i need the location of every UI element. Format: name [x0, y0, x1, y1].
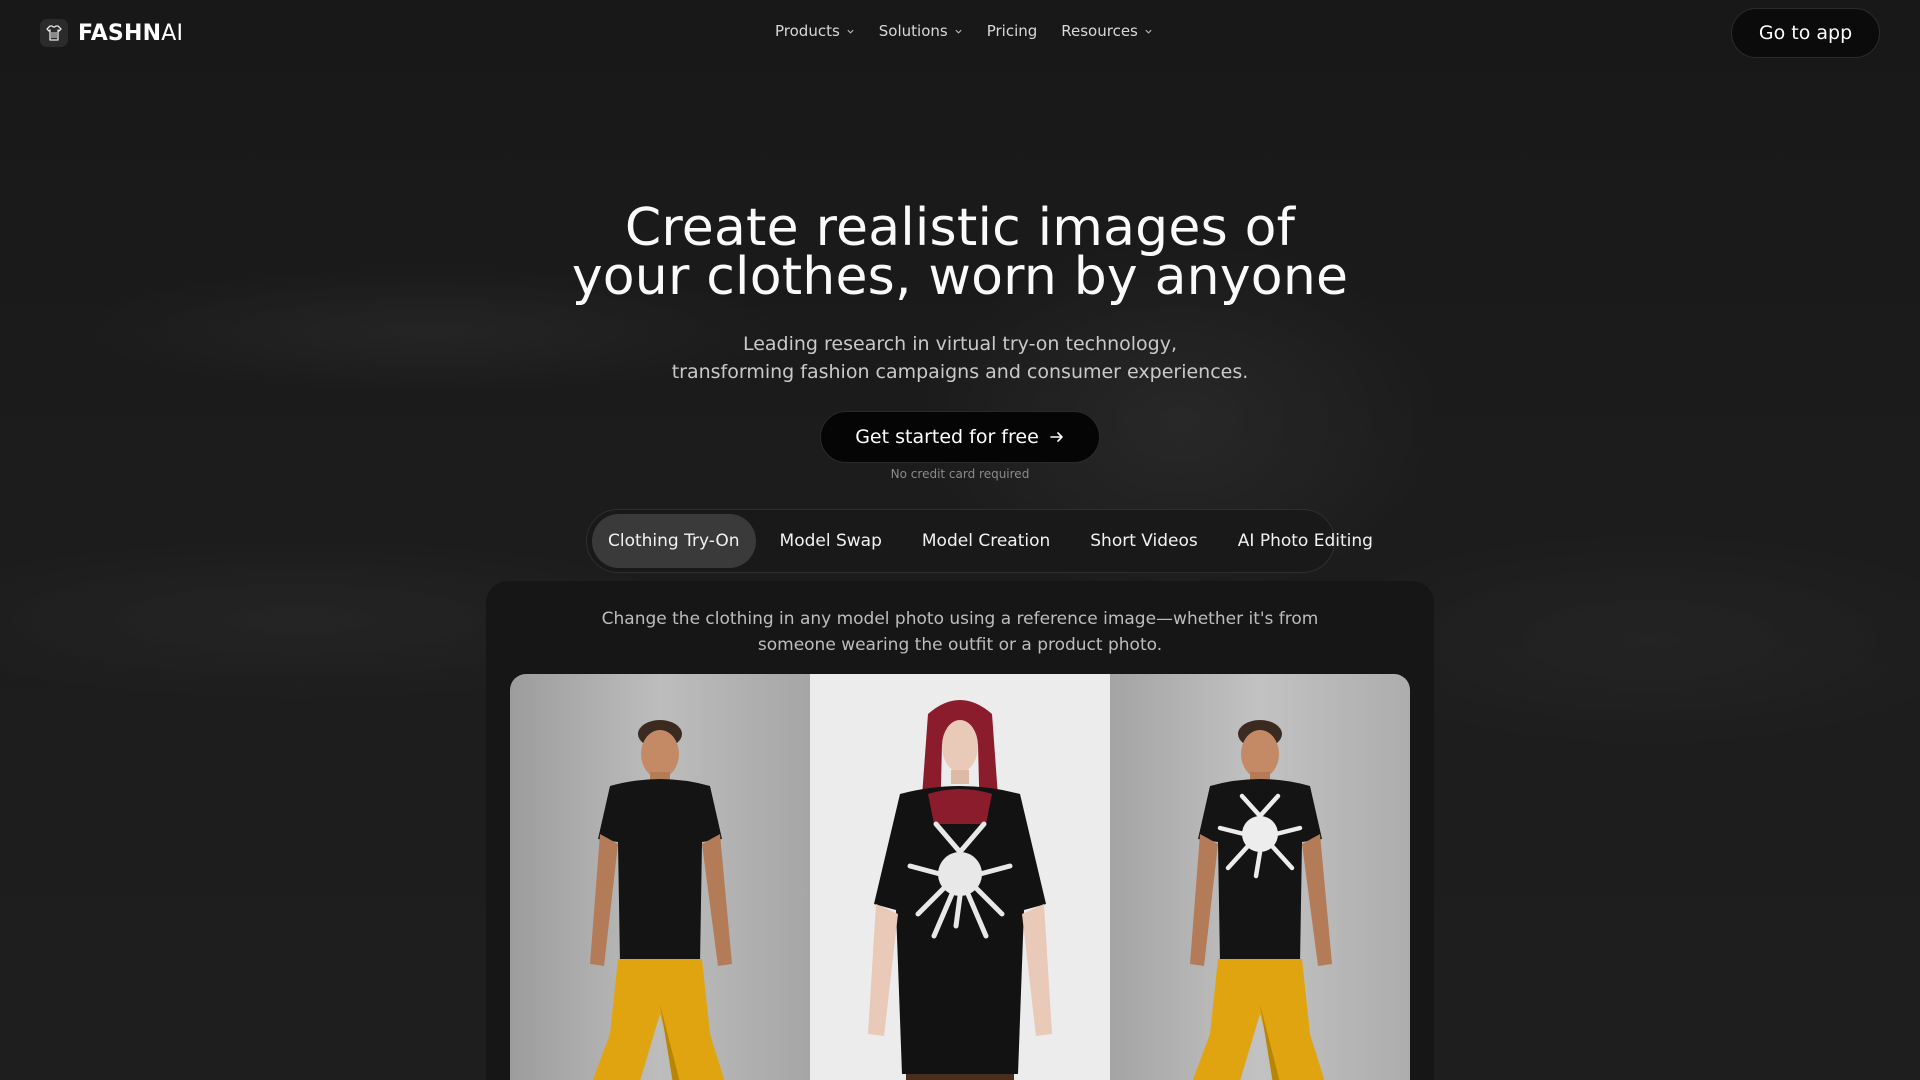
hero-subtitle-line-1: Leading research in virtual try-on techn…: [742, 333, 1178, 355]
nav-products[interactable]: Products: [775, 22, 855, 40]
nav-pricing[interactable]: Pricing: [987, 22, 1038, 40]
tab-short-videos[interactable]: Short Videos: [1074, 514, 1214, 568]
hero-title-line-2: your clothes, worn by anyone: [571, 247, 1349, 307]
try-on-example-images: [510, 674, 1410, 1080]
brand-logo[interactable]: FASHNAI: [40, 18, 183, 48]
nav-resources[interactable]: Resources: [1061, 22, 1153, 40]
brand-name: FASHNAI: [78, 21, 183, 46]
main-nav: Products Solutions Pricing Resources: [775, 22, 1153, 40]
reference-garment-photo: [810, 674, 1110, 1080]
brand-name-bold: FASHN: [78, 20, 162, 46]
tab-clothing-try-on[interactable]: Clothing Try-On: [592, 514, 756, 568]
chevron-down-icon: [847, 29, 854, 34]
nav-resources-label: Resources: [1061, 22, 1138, 40]
tab-model-creation[interactable]: Model Creation: [906, 514, 1066, 568]
get-started-label: Get started for free: [855, 426, 1039, 448]
hero-subtitle: Leading research in virtual try-on techn…: [560, 330, 1360, 386]
tshirt-icon: [40, 19, 68, 47]
chevron-down-icon: [1145, 29, 1152, 34]
feature-description: Change the clothing in any model photo u…: [526, 606, 1394, 658]
try-on-result-photo: [1110, 674, 1410, 1080]
top-navigation-bar: FASHNAI Products Solutions Pricing Resou…: [0, 0, 1920, 66]
tab-model-swap[interactable]: Model Swap: [764, 514, 898, 568]
nav-products-label: Products: [775, 22, 840, 40]
nav-pricing-label: Pricing: [986, 22, 1038, 40]
arrow-right-icon: [1049, 432, 1063, 442]
nav-solutions-label: Solutions: [878, 22, 948, 40]
chevron-down-icon: [955, 29, 962, 34]
feature-tabs: Clothing Try-On Model Swap Model Creatio…: [586, 509, 1373, 573]
brand-name-light: AI: [161, 20, 184, 46]
no-credit-card-note: No credit card required: [890, 467, 1030, 481]
model-photo: [510, 674, 810, 1080]
feature-description-line-1: Change the clothing in any model photo u…: [601, 609, 1319, 629]
tab-ai-photo-editing[interactable]: AI Photo Editing: [1222, 514, 1389, 568]
go-to-app-button[interactable]: Go to app: [1731, 8, 1880, 58]
hero-subtitle-line-2: transforming fashion campaigns and consu…: [671, 361, 1249, 383]
hero-title: Create realistic images of your clothes,…: [560, 202, 1360, 303]
get-started-button[interactable]: Get started for free: [820, 411, 1100, 463]
feature-panel: Change the clothing in any model photo u…: [486, 581, 1434, 1080]
nav-solutions[interactable]: Solutions: [879, 22, 963, 40]
feature-description-line-2: someone wearing the outfit or a product …: [757, 635, 1163, 655]
